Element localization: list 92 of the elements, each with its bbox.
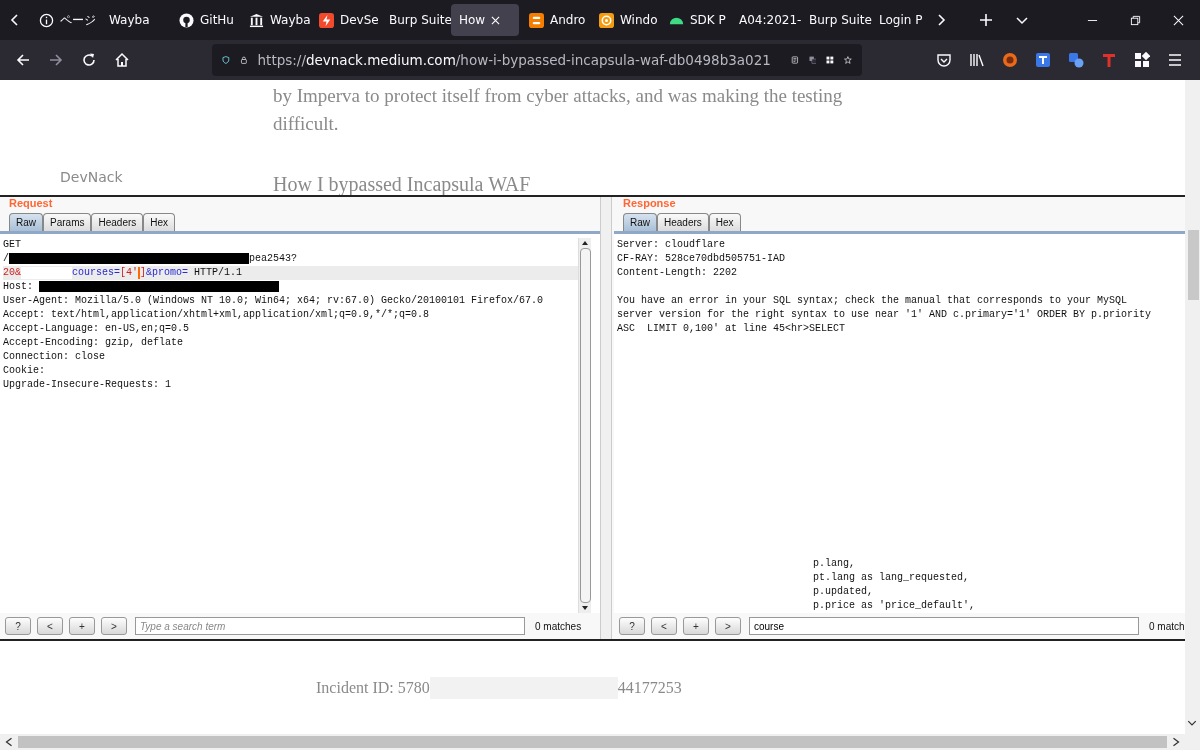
browser-tab[interactable]: Login P bbox=[871, 4, 935, 36]
code-text: p.price as 'price_default', bbox=[813, 599, 976, 614]
bolt-icon bbox=[319, 12, 334, 28]
search-nav-button[interactable]: > bbox=[715, 617, 741, 636]
editor-tab[interactable]: Hex bbox=[708, 212, 741, 231]
code-text: Cookie: bbox=[3, 363, 45, 378]
param-name: courses= bbox=[72, 265, 121, 280]
code-text: Accept: text/html,application/xhtml+xml,application/xml;q=0.9,*/*;q=0.8 bbox=[3, 307, 430, 322]
restore-icon[interactable] bbox=[1130, 14, 1141, 26]
forward-arrow-icon[interactable] bbox=[48, 52, 64, 68]
browser-tab[interactable]: Wayba bbox=[101, 4, 169, 36]
editor-tab[interactable]: Headers bbox=[91, 212, 144, 231]
browser-tab[interactable]: A04:2021- bbox=[731, 4, 799, 36]
code-text: pt.lang as lang_requested, bbox=[813, 571, 970, 586]
tab-scroll-left-icon[interactable] bbox=[9, 14, 21, 26]
search-nav-button[interactable]: ? bbox=[5, 617, 31, 636]
article-text: by Imperva to protect itself from cyber attacks, and was making the testing bbox=[273, 84, 844, 108]
param-name: &promo= bbox=[146, 265, 189, 280]
incident-text: Incident ID: 5780 bbox=[316, 678, 430, 697]
search-field[interactable]: Type a search term bbox=[135, 617, 525, 636]
info-icon bbox=[39, 12, 54, 28]
match-count: 0 match bbox=[1149, 620, 1185, 632]
search-nav-button[interactable]: < bbox=[37, 617, 63, 636]
code-text: User-Agent: Mozilla/5.0 (Windows NT 10.0; Win64; x64; rv:67.0) Gecko/20100101 Firefox/67.0 bbox=[3, 293, 544, 308]
code-text: ASC LIMIT 0,100' at line 45<hr>SELECT bbox=[617, 321, 846, 336]
match-count: 0 matches bbox=[535, 620, 582, 632]
search-nav-button[interactable]: ? bbox=[619, 617, 645, 636]
pane-title: Request bbox=[8, 196, 53, 211]
browser-tab[interactable]: Burp Suite bbox=[381, 4, 449, 36]
editor-tab[interactable]: Headers bbox=[657, 212, 709, 231]
code-text: p.updated, bbox=[813, 585, 873, 600]
horizontal-scrollbar[interactable] bbox=[0, 734, 1185, 750]
browser-tab[interactable]: DevSe bbox=[311, 4, 379, 36]
scroll-thumb[interactable] bbox=[1188, 230, 1199, 300]
pane-title: Response bbox=[622, 196, 676, 211]
browser-tab[interactable]: Wayba bbox=[241, 4, 309, 36]
museum-icon bbox=[249, 12, 264, 28]
code-text: Connection: close bbox=[3, 349, 106, 364]
back-arrow-icon[interactable] bbox=[15, 52, 31, 68]
incident-text: 44177253 bbox=[617, 678, 682, 697]
editor-tab[interactable]: Raw bbox=[9, 212, 43, 231]
letter-t-icon[interactable] bbox=[1101, 52, 1117, 68]
browser-tab[interactable]: GitHu bbox=[171, 4, 239, 36]
code-text: You have an error in your SQL syntax; check the manual that corresponds to your MySQL bbox=[617, 293, 1128, 308]
vertical-scrollbar[interactable] bbox=[1185, 80, 1200, 750]
menu-icon[interactable] bbox=[1167, 52, 1183, 68]
browser-tab[interactable]: Andro bbox=[521, 4, 589, 36]
code-text: Accept-Language: en-US,en;q=0.5 bbox=[3, 321, 190, 336]
browser-tab[interactable]: SDK P bbox=[661, 4, 729, 36]
tab-scroll-right-icon[interactable] bbox=[935, 14, 947, 26]
code-text: CF-RAY: 528ce70dbd505751-IAD bbox=[617, 251, 786, 266]
code-text: pea2543? bbox=[249, 251, 298, 266]
code-text: Accept-Encoding: gzip, deflate bbox=[3, 335, 184, 350]
browser-tab[interactable]: How bbox=[451, 4, 519, 36]
editor-tab[interactable]: Raw bbox=[623, 212, 657, 231]
article-heading: How I bypassed Incapsula WAF bbox=[273, 172, 531, 195]
code-text: Content-Length: 2202 bbox=[617, 265, 738, 280]
param-value: [4' bbox=[120, 265, 139, 280]
url-text: https://devnack.medium.com/how-i-bypassed-incapsula-waf-db0498b3a021 bbox=[257, 52, 771, 68]
code-text: Upgrade-Insecure-Requests: 1 bbox=[3, 377, 172, 392]
scroll-thumb[interactable] bbox=[18, 736, 1167, 749]
home-icon[interactable] bbox=[114, 52, 130, 68]
article-text: difficult. bbox=[273, 112, 340, 136]
code-text: Server: cloudflare bbox=[617, 237, 726, 252]
browser-tab[interactable]: ページ bbox=[31, 4, 99, 36]
search-field[interactable]: course bbox=[749, 617, 1139, 636]
library-icon[interactable] bbox=[969, 52, 985, 68]
code-text: server version for the right syntax to use near '1' AND c.primary='1' ORDER BY p.priority bbox=[617, 307, 1152, 322]
close-icon[interactable] bbox=[1173, 14, 1184, 26]
param-value: 20& bbox=[3, 265, 21, 280]
code-text: HTTP/1.1 bbox=[193, 265, 243, 280]
search-nav-button[interactable]: > bbox=[101, 617, 127, 636]
close-tab-icon[interactable] bbox=[491, 15, 501, 25]
search-nav-button[interactable]: + bbox=[683, 617, 709, 636]
search-nav-button[interactable]: < bbox=[651, 617, 677, 636]
address-bar[interactable]: https://devnack.medium.com/how-i-bypassed-incapsula-waf-db0498b3a021 bbox=[212, 44, 862, 76]
editor-tab[interactable]: Params bbox=[43, 212, 92, 231]
code-text: Host: bbox=[3, 279, 34, 294]
param-value: ] bbox=[140, 265, 147, 280]
editor-tab[interactable]: Hex bbox=[143, 212, 176, 231]
pocket-icon[interactable] bbox=[936, 52, 952, 68]
code-text: p.lang, bbox=[813, 557, 855, 572]
code-text: GET bbox=[3, 237, 21, 252]
author-name[interactable]: DevNack bbox=[60, 168, 273, 195]
code-text: / bbox=[3, 251, 9, 266]
extensions-icon[interactable] bbox=[1134, 52, 1150, 68]
extension-badge-icon[interactable] bbox=[1002, 52, 1018, 68]
reload-icon[interactable] bbox=[81, 52, 97, 68]
new-tab-icon[interactable] bbox=[979, 13, 993, 27]
search-nav-button[interactable]: + bbox=[69, 617, 95, 636]
browser-tab[interactable]: Windo bbox=[591, 4, 659, 36]
text-caret bbox=[138, 266, 141, 279]
